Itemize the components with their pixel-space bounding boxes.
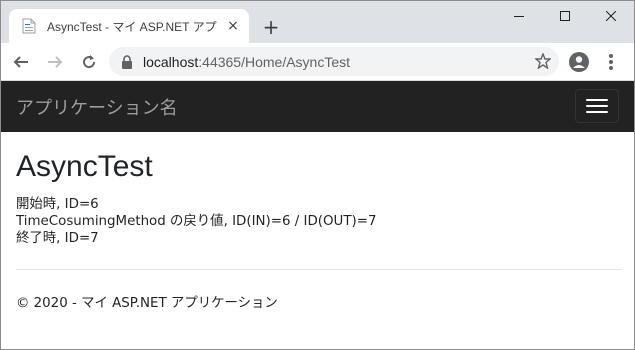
close-icon <box>606 11 616 21</box>
page-title: AsyncTest <box>16 150 153 183</box>
document-icon <box>21 18 37 34</box>
arrow-right-icon <box>48 55 63 68</box>
kebab-menu-icon[interactable] <box>605 52 617 72</box>
window-controls <box>496 1 634 31</box>
tab-close-icon[interactable]: × <box>225 18 241 34</box>
page-footer: © 2020 - マイ ASP.NET アプリケーション <box>16 296 278 311</box>
output-lines: 開始時, ID=6 TimeCosumingMethod の戻り値, ID(IN… <box>16 196 621 247</box>
star-icon[interactable] <box>534 52 552 73</box>
minimize-icon <box>514 16 524 17</box>
app-navbar: アプリケーション名 <box>1 81 634 132</box>
close-window-button[interactable] <box>588 1 634 31</box>
address-bar[interactable]: localhost:44365/Home/AsyncTest <box>109 47 559 76</box>
browser-tab[interactable]: AsyncTest - マイ ASP.NET アプリケー × <box>9 9 249 43</box>
output-line-end: 終了時, ID=7 <box>16 231 99 246</box>
forward-button[interactable] <box>41 48 69 76</box>
minimize-button[interactable] <box>496 1 542 31</box>
browser-window: AsyncTest - マイ ASP.NET アプリケー × + <box>0 0 635 350</box>
maximize-button[interactable] <box>542 1 588 31</box>
new-tab-button[interactable]: + <box>259 15 283 39</box>
footer-divider <box>16 269 621 270</box>
tab-strip: AsyncTest - マイ ASP.NET アプリケー × + <box>1 1 634 43</box>
navbar-brand[interactable]: アプリケーション名 <box>16 94 178 120</box>
output-line-start: 開始時, ID=6 <box>16 197 99 212</box>
arrow-left-icon <box>13 55 28 68</box>
output-line-method: TimeCosumingMethod の戻り値, ID(IN)=6 / ID(O… <box>16 214 377 229</box>
url-path: :44365/Home/AsyncTest <box>198 53 351 70</box>
url-text: localhost:44365/Home/AsyncTest <box>143 54 350 70</box>
hamburger-icon[interactable] <box>575 89 619 123</box>
profile-icon[interactable] <box>569 52 589 72</box>
back-button[interactable] <box>7 48 35 76</box>
lock-icon <box>122 54 132 69</box>
main-content: AsyncTest 開始時, ID=6 TimeCosumingMethod の… <box>16 132 621 311</box>
url-host: localhost <box>143 53 199 70</box>
maximize-icon <box>560 11 570 21</box>
reload-icon <box>83 54 96 68</box>
tab-title: AsyncTest - マイ ASP.NET アプリケー <box>47 19 219 34</box>
browser-toolbar: localhost:44365/Home/AsyncTest <box>1 43 634 81</box>
reload-button[interactable] <box>75 48 103 76</box>
